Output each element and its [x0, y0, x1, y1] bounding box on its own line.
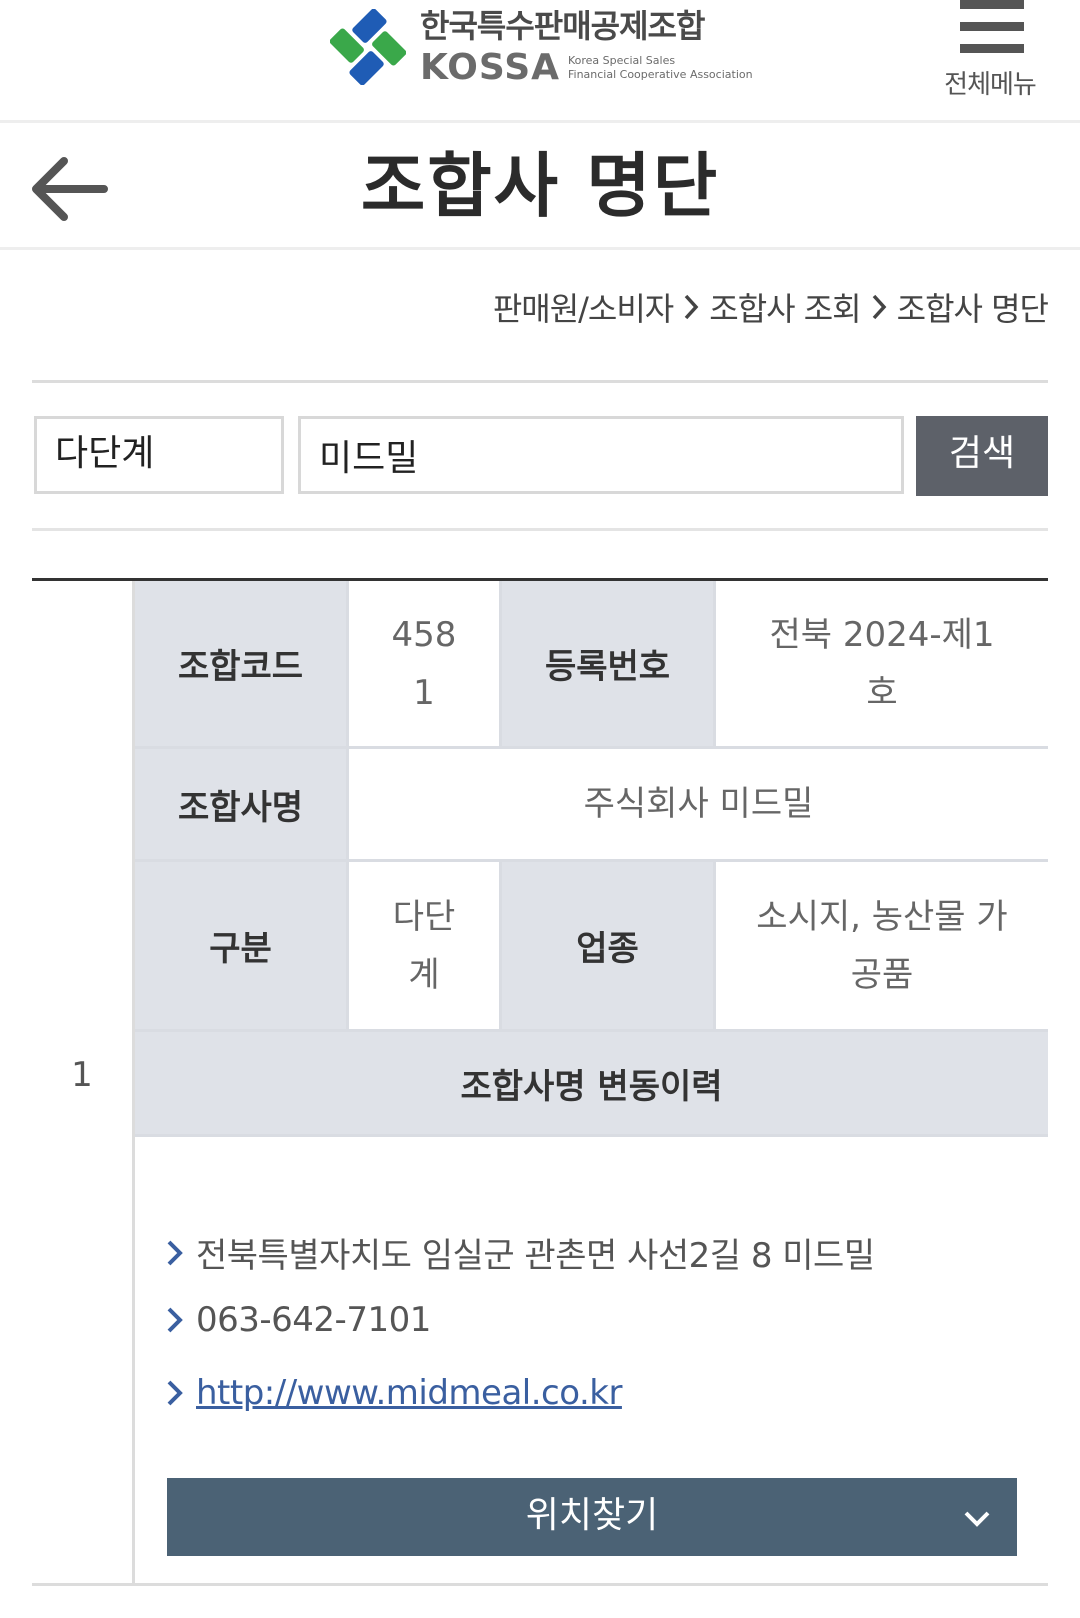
value-industry-line1: 소시지, 농산물 가 [756, 896, 1008, 937]
category-select[interactable]: 다단계 [34, 416, 284, 494]
value-code-line2: 1 [413, 672, 435, 713]
divider [135, 1029, 1048, 1032]
search-button[interactable]: 검색 [916, 416, 1048, 496]
org-sub-en-2: Financial Cooperative Association [567, 68, 753, 81]
chevron-right-icon [167, 1380, 183, 1406]
divider [135, 746, 1048, 749]
divider [713, 581, 716, 746]
website-link[interactable]: http://www.midmeal.co.kr [196, 1373, 622, 1413]
logo-mark-icon [329, 8, 407, 86]
divider [713, 862, 716, 1029]
find-location-label: 위치찾기 [525, 1495, 659, 1536]
value-code-line1: 458 [391, 614, 457, 655]
table-bottom-border [32, 1583, 1048, 1586]
org-name-ko: 한국특수판매공제조합 [420, 7, 705, 45]
chevron-right-icon [167, 1240, 183, 1265]
value-type: 다단 계 [349, 862, 499, 1029]
chevron-right-icon [684, 294, 699, 320]
kossa-logo[interactable]: 한국특수판매공제조합 KOSSA Korea Special Sales Fin… [329, 6, 753, 88]
breadcrumb: 판매원/소비자 조합사 조회 조합사 명단 [493, 284, 1049, 330]
value-industry: 소시지, 농산물 가 공품 [716, 862, 1048, 1029]
address-text: 전북특별자치도 임실군 관촌면 사선2길 8 미드밀 [196, 1236, 875, 1276]
value-type-line2: 계 [408, 954, 440, 995]
divider [135, 859, 1048, 862]
chevron-right-icon [872, 294, 886, 320]
title-bar: 조합사 명단 [0, 123, 1080, 250]
label-reg-no: 등록번호 [502, 581, 713, 746]
divider [32, 380, 1048, 383]
value-type-line1: 다단 [392, 896, 456, 937]
find-location-button[interactable]: 위치찾기 [167, 1478, 1017, 1556]
value-industry-line2: 공품 [850, 954, 914, 995]
website-item: http://www.midmeal.co.kr [164, 1373, 622, 1413]
full-menu-button[interactable]: 전체메뉴 [930, 0, 1050, 110]
name-history-header[interactable]: 조합사명 변동이력 [135, 1032, 1048, 1134]
value-name: 주식회사 미드밀 [349, 749, 1048, 859]
divider [499, 862, 502, 1029]
breadcrumb-item[interactable]: 조합사 명단 [897, 284, 1049, 330]
org-sub-en-1: Korea Special Sales [567, 54, 676, 67]
keyword-input[interactable] [298, 416, 904, 494]
label-code: 조합코드 [135, 581, 346, 746]
org-name-en: KOSSA [420, 47, 560, 88]
divider [135, 1134, 1048, 1137]
breadcrumb-item[interactable]: 판매원/소비자 [493, 284, 674, 330]
top-header: 한국특수판매공제조합 KOSSA Korea Special Sales Fin… [0, 0, 1080, 123]
phone-item: 063-642-7101 [164, 1300, 431, 1340]
value-code: 458 1 [349, 581, 499, 746]
value-reg-no: 전북 2024-제1 호 [716, 581, 1048, 746]
divider [346, 581, 349, 1029]
address-item: 전북특별자치도 임실군 관촌면 사선2길 8 미드밀 [164, 1228, 875, 1277]
label-name: 조합사명 [135, 749, 346, 859]
menu-label: 전체메뉴 [944, 70, 1037, 100]
page-title: 조합사 명단 [360, 145, 720, 227]
value-reg-no-line2: 호 [866, 672, 898, 713]
phone-text[interactable]: 063-642-7101 [196, 1300, 431, 1340]
chevron-right-icon [167, 1307, 183, 1333]
row-index-column: 1 [32, 581, 132, 1583]
row-number: 1 [71, 1055, 93, 1095]
breadcrumb-item[interactable]: 조합사 조회 [709, 284, 861, 330]
hamburger-icon [960, 0, 1024, 56]
value-reg-no-line1: 전북 2024-제1 [769, 614, 995, 655]
label-industry: 업종 [502, 862, 713, 1029]
divider [499, 581, 502, 746]
divider [32, 528, 1048, 531]
chevron-down-icon [964, 1511, 990, 1527]
label-type: 구분 [135, 862, 346, 1029]
